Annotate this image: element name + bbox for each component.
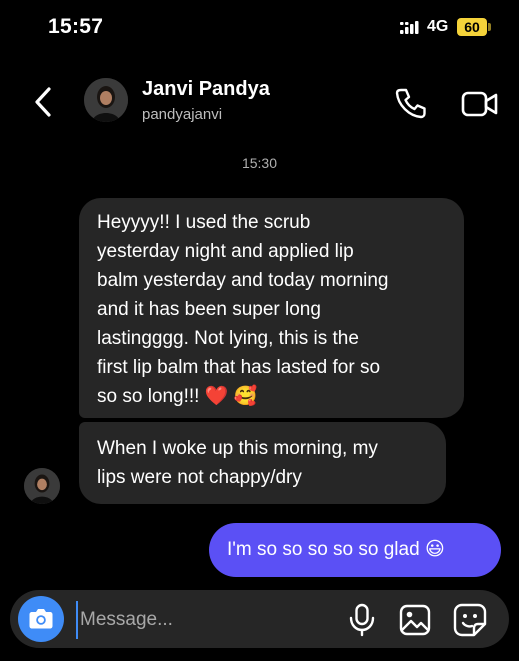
- chat-timestamp: 15:30: [241, 155, 278, 171]
- sender-avatar[interactable]: [24, 468, 60, 504]
- status-bar: 15:57 4G 60: [0, 0, 519, 60]
- status-time: 15:57: [48, 15, 104, 38]
- phone-icon[interactable]: [394, 86, 428, 120]
- sticker-icon[interactable]: [452, 602, 488, 638]
- gallery-icon[interactable]: [398, 603, 432, 637]
- incoming-message-bubble[interactable]: Heyyyy!! I used the scrub yesterday nigh…: [79, 198, 464, 418]
- camera-icon: [29, 609, 53, 629]
- network-label: 4G: [427, 18, 449, 35]
- contact-name[interactable]: Janvi Pandya: [142, 78, 270, 101]
- incoming-message-bubble[interactable]: When I woke up this morning, my lips wer…: [79, 422, 446, 504]
- battery-level: 60: [464, 19, 480, 35]
- microphone-icon[interactable]: [346, 603, 378, 637]
- back-arrow-icon[interactable]: [30, 85, 60, 119]
- outgoing-message-bubble[interactable]: I'm so so so so so glad 😃: [209, 523, 501, 577]
- video-call-icon[interactable]: [460, 88, 500, 120]
- message-text: When I woke up this morning, my lips wer…: [97, 438, 378, 488]
- message-input[interactable]: [76, 601, 332, 639]
- person-icon: [24, 468, 60, 504]
- message-text: I'm so so so so so glad 😃: [227, 539, 445, 560]
- signal-icon: [400, 21, 419, 34]
- person-icon: [84, 78, 128, 122]
- camera-button[interactable]: [18, 596, 64, 642]
- battery-icon: 60: [457, 18, 487, 36]
- contact-avatar[interactable]: [84, 78, 128, 122]
- message-composer: [10, 590, 509, 648]
- battery-tip: [488, 23, 491, 31]
- message-text: Heyyyy!! I used the scrub yesterday nigh…: [97, 212, 389, 407]
- chat-header: Janvi Pandya pandyajanvi: [0, 60, 519, 140]
- contact-username[interactable]: pandyajanvi: [142, 106, 222, 123]
